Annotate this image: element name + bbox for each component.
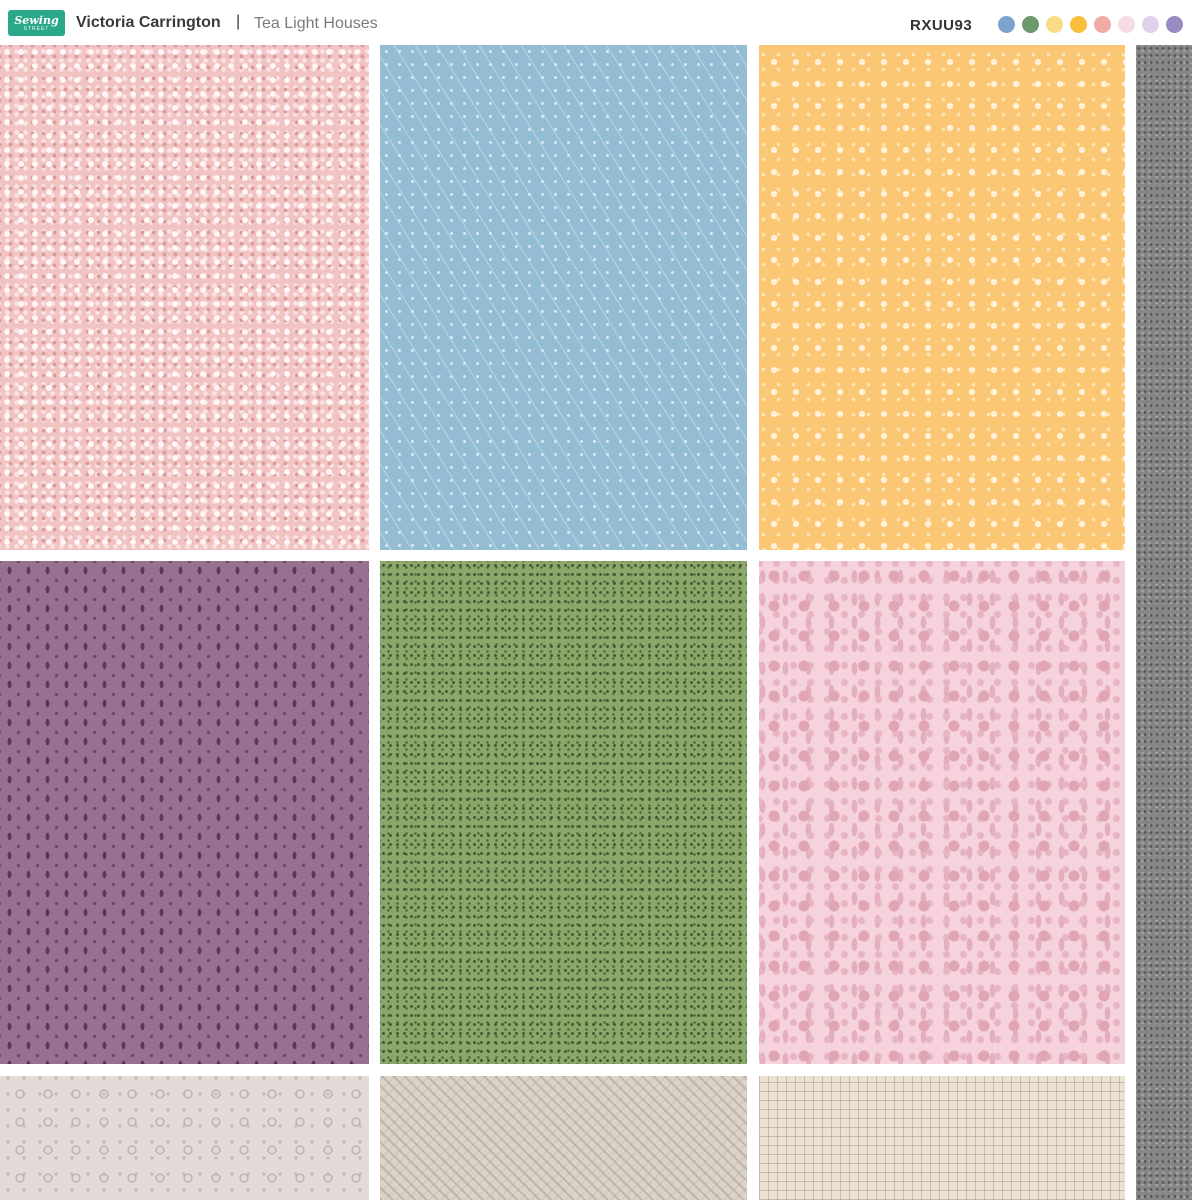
fabric-taupe-weave bbox=[380, 1076, 747, 1200]
color-swatches bbox=[998, 16, 1183, 33]
swatch-dot bbox=[1118, 16, 1135, 33]
fabric-cream-plaid bbox=[759, 1076, 1125, 1200]
fabric-green-speckle bbox=[380, 561, 747, 1064]
title-separator: | bbox=[236, 13, 241, 30]
fabric-pink-floral bbox=[759, 561, 1125, 1064]
logo-subtext: STREET bbox=[23, 25, 50, 32]
logo-wordmark: Sewing bbox=[14, 13, 59, 27]
swatch-dot bbox=[1166, 16, 1183, 33]
fabric-grey-ring bbox=[0, 1076, 369, 1200]
fabric-yellow-dot bbox=[759, 45, 1125, 550]
swatch-dot bbox=[998, 16, 1015, 33]
swatch-dot bbox=[1022, 16, 1039, 33]
swatch-dot bbox=[1094, 16, 1111, 33]
collection-name: Tea Light Houses bbox=[254, 15, 378, 32]
brand-logo: Sewing STREET bbox=[8, 10, 65, 36]
swatch-dot bbox=[1142, 16, 1159, 33]
fabric-blue-fern bbox=[380, 45, 747, 550]
fabric-pink-blossom bbox=[0, 45, 369, 550]
fabric-purple-sprig bbox=[0, 561, 369, 1064]
product-code: RXUU93 bbox=[910, 17, 973, 34]
swatch-dot bbox=[1070, 16, 1087, 33]
header-bar: Sewing STREET Victoria Carrington | Tea … bbox=[0, 0, 1200, 44]
designer-name: Victoria Carrington bbox=[76, 14, 221, 31]
swatch-dot bbox=[1046, 16, 1063, 33]
fabric-grey-speckle-strip bbox=[1136, 45, 1192, 1200]
